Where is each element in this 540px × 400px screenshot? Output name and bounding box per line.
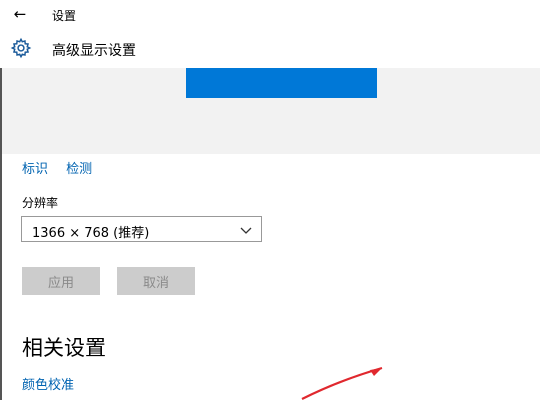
- back-arrow-icon: ←: [13, 5, 27, 23]
- detect-link[interactable]: 检测: [66, 162, 92, 177]
- red-arrow-annotation: [301, 366, 383, 400]
- back-button[interactable]: ←: [8, 4, 32, 24]
- resolution-dropdown[interactable]: 1366 × 768 (推荐): [21, 216, 262, 242]
- apply-button[interactable]: 应用: [22, 267, 100, 295]
- cancel-button[interactable]: 取消: [117, 267, 195, 295]
- app-title: 设置: [52, 9, 77, 23]
- identify-link[interactable]: 标识: [22, 162, 48, 177]
- chevron-down-icon: [240, 227, 252, 234]
- related-settings-heading: 相关设置: [22, 336, 106, 360]
- display-preview: [2, 68, 540, 154]
- resolution-label: 分辨率: [22, 196, 59, 210]
- title-bar: ← 设置: [0, 0, 540, 28]
- resolution-value: 1366 × 768 (推荐): [32, 226, 150, 241]
- display-links: 标识 检测: [22, 158, 106, 177]
- page-header: 高级显示设置: [0, 28, 540, 68]
- page-title: 高级显示设置: [52, 43, 136, 59]
- monitor-tile[interactable]: [186, 68, 377, 98]
- color-calibration-link[interactable]: 颜色校准: [22, 374, 74, 393]
- gear-icon: [10, 37, 32, 59]
